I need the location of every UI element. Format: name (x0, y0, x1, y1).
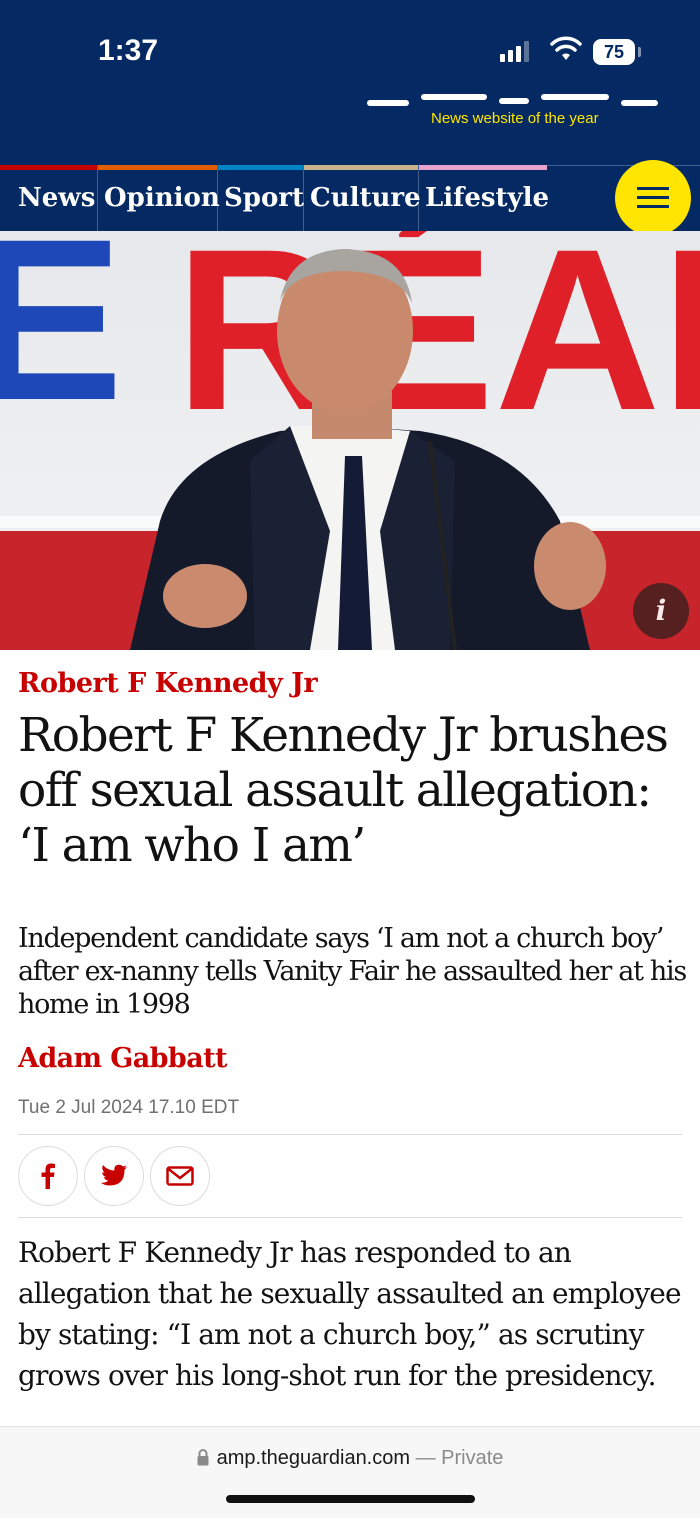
nav-news-accent (0, 165, 97, 170)
nav-news[interactable]: News (0, 165, 98, 232)
nav-opinion-label: Opinion (104, 183, 220, 213)
email-icon (166, 1166, 194, 1186)
sign-letters-red: RÉAL (175, 231, 700, 458)
share-twitter-button[interactable] (84, 1146, 144, 1206)
hamburger-icon-line (637, 196, 669, 199)
author-byline[interactable]: Adam Gabbatt (18, 1043, 227, 1074)
url-domain: amp.theguardian.com (216, 1447, 411, 1469)
facebook-icon (41, 1163, 55, 1189)
article-headline: Robert F Kennedy Jr brushes off sexual a… (18, 708, 669, 873)
cellular-signal-icon (500, 40, 529, 62)
article-standfirst: Independent candidate says ‘I am not a c… (18, 923, 687, 1020)
image-info-button[interactable]: i (633, 583, 689, 639)
hero-photo: E RÉAL (0, 231, 700, 650)
nav-sport-label: Sport (224, 183, 305, 213)
hamburger-icon-line (637, 205, 669, 208)
publish-date: Tue 2 Jul 2024 17.10 EDT (18, 1097, 240, 1118)
guardian-logo[interactable] (365, 94, 660, 108)
battery-icon: 75 (593, 39, 641, 65)
nav-sport-accent (218, 165, 303, 170)
wifi-icon (550, 36, 582, 60)
masthead-tagline: News website of the year (431, 110, 599, 127)
status-time: 1:37 (98, 34, 159, 67)
nav-opinion-accent (98, 165, 217, 170)
home-indicator[interactable] (226, 1495, 475, 1503)
nav-news-label: News (18, 183, 96, 213)
nav-culture[interactable]: Culture (304, 165, 421, 232)
share-facebook-button[interactable] (18, 1146, 78, 1206)
url-display[interactable]: amp.theguardian.com — Private (0, 1447, 700, 1470)
nav-lifestyle-accent (419, 165, 547, 170)
private-mode-label: — Private (415, 1447, 504, 1469)
share-email-button[interactable] (150, 1146, 210, 1206)
menu-button[interactable] (615, 160, 691, 236)
section-nav: News Opinion Sport Culture Lifestyle (0, 165, 700, 232)
lock-icon (197, 1449, 209, 1466)
nav-culture-accent (304, 165, 418, 170)
divider (18, 1134, 682, 1135)
browser-url-bar[interactable]: amp.theguardian.com — Private (0, 1426, 700, 1518)
nav-lifestyle-label: Lifestyle (425, 183, 550, 213)
hero-illustration: E RÉAL (0, 231, 700, 650)
divider (18, 1217, 682, 1218)
twitter-icon (100, 1164, 127, 1186)
hamburger-icon (637, 187, 669, 190)
masthead: 1:37 75 News website of the year (0, 0, 700, 165)
nav-lifestyle[interactable]: Lifestyle (419, 165, 550, 232)
article-kicker[interactable]: Robert F Kennedy Jr (18, 668, 318, 699)
nav-sport[interactable]: Sport (218, 165, 305, 232)
nav-opinion[interactable]: Opinion (98, 165, 220, 232)
nav-culture-label: Culture (310, 183, 421, 213)
article-body: Robert F Kennedy Jr has responded to an … (18, 1236, 682, 1392)
sign-letters-blue: E (0, 231, 123, 448)
